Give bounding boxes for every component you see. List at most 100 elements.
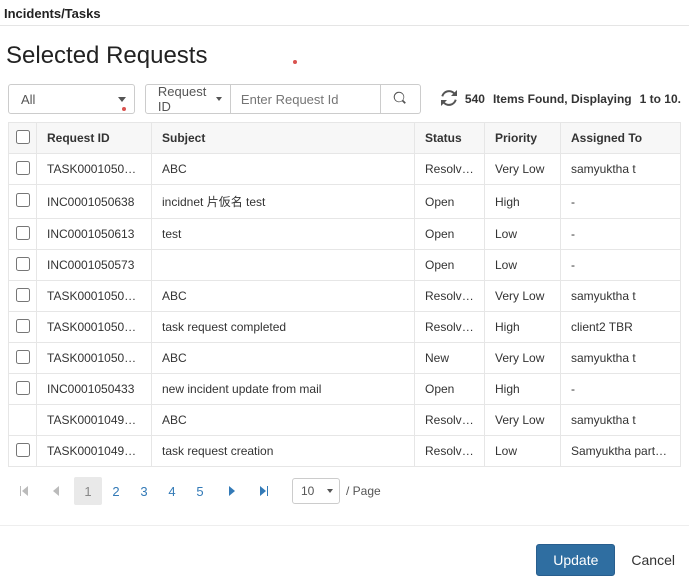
table-row[interactable]: TASK0001050488task request completedReso… bbox=[9, 312, 681, 343]
cell-assigned-to: - bbox=[561, 185, 681, 219]
cell-subject: ABC bbox=[152, 405, 415, 436]
table-row[interactable]: TASK0001050523ABCResolvedVery Lowsamyukt… bbox=[9, 281, 681, 312]
cell-priority: Very Low bbox=[485, 405, 561, 436]
cell-assigned-to: samyuktha t bbox=[561, 281, 681, 312]
cell-status: Resolved bbox=[415, 405, 485, 436]
cell-status: Resolved bbox=[415, 436, 485, 467]
cell-status: Open bbox=[415, 219, 485, 250]
table-row[interactable]: TASK0001050643ABCResolvedVery Lowsamyukt… bbox=[9, 154, 681, 185]
pagination: 12345 10 / Page bbox=[8, 467, 681, 515]
cell-request-id: TASK0001050523 bbox=[37, 281, 152, 312]
cell-subject: ABC bbox=[152, 343, 415, 374]
cell-subject: task request completed bbox=[152, 312, 415, 343]
cell-assigned-to: client2 TBR bbox=[561, 312, 681, 343]
table-row[interactable]: TASK0001050438ABCNewVery Lowsamyuktha t bbox=[9, 343, 681, 374]
cell-status: Resolved bbox=[415, 312, 485, 343]
cell-subject: task request creation bbox=[152, 436, 415, 467]
table-row[interactable]: TASK0001049293ABCResolvedVery Lowsamyukt… bbox=[9, 405, 681, 436]
cell-request-id: TASK0001049283 bbox=[37, 436, 152, 467]
filter-dropdown[interactable]: All bbox=[8, 84, 135, 114]
page-last-button[interactable] bbox=[250, 477, 278, 505]
row-checkbox[interactable] bbox=[16, 381, 30, 395]
page-next-button[interactable] bbox=[218, 477, 246, 505]
refresh-icon[interactable] bbox=[441, 90, 457, 109]
row-checkbox[interactable] bbox=[16, 226, 30, 240]
column-request-id[interactable]: Request ID bbox=[37, 123, 152, 154]
cell-request-id: INC0001050573 bbox=[37, 250, 152, 281]
column-status[interactable]: Status bbox=[415, 123, 485, 154]
cell-request-id: TASK0001049293 bbox=[37, 405, 152, 436]
table-row[interactable]: INC0001050613testOpenLow- bbox=[9, 219, 681, 250]
row-checkbox-cell bbox=[9, 281, 37, 312]
page-number-5[interactable]: 5 bbox=[186, 477, 214, 505]
cell-status: Open bbox=[415, 250, 485, 281]
cell-assigned-to: Samyuktha partner bbox=[561, 436, 681, 467]
caret-down-icon bbox=[216, 97, 222, 101]
results-range: 1 to 10. bbox=[640, 92, 681, 106]
cell-request-id: TASK0001050438 bbox=[37, 343, 152, 374]
cell-subject: ABC bbox=[152, 154, 415, 185]
chevron-down-icon bbox=[327, 489, 333, 493]
page-size-dropdown[interactable]: 10 bbox=[292, 478, 340, 504]
page-number-2[interactable]: 2 bbox=[102, 477, 130, 505]
table-row[interactable]: INC0001050573OpenLow- bbox=[9, 250, 681, 281]
breadcrumb: Incidents/Tasks bbox=[0, 0, 689, 25]
cell-status: New bbox=[415, 343, 485, 374]
marker-dot bbox=[122, 107, 126, 111]
page-size-value: 10 bbox=[301, 484, 314, 498]
cell-request-id: TASK0001050643 bbox=[37, 154, 152, 185]
table-row[interactable]: INC0001050433new incident update from ma… bbox=[9, 374, 681, 405]
results-info: 540 Items Found, Displaying 1 to 10. bbox=[441, 90, 681, 109]
row-checkbox[interactable] bbox=[16, 443, 30, 457]
table-row[interactable]: TASK0001049283task request creationResol… bbox=[9, 436, 681, 467]
cell-request-id: INC0001050638 bbox=[37, 185, 152, 219]
row-checkbox-cell bbox=[9, 154, 37, 185]
cell-status: Open bbox=[415, 374, 485, 405]
row-checkbox[interactable] bbox=[16, 319, 30, 333]
requests-table: Request ID Subject Status Priority Assig… bbox=[8, 122, 681, 467]
cell-priority: Low bbox=[485, 436, 561, 467]
cell-assigned-to: samyuktha t bbox=[561, 343, 681, 374]
table-row[interactable]: INC0001050638incidnet 片仮名 testOpenHigh- bbox=[9, 185, 681, 219]
row-checkbox[interactable] bbox=[16, 288, 30, 302]
page-number-1[interactable]: 1 bbox=[74, 477, 102, 505]
page-number-4[interactable]: 4 bbox=[158, 477, 186, 505]
filter-bar: All Request ID 540 Items Found, Displayi… bbox=[8, 84, 681, 114]
table-header-row: Request ID Subject Status Priority Assig… bbox=[9, 123, 681, 154]
column-subject[interactable]: Subject bbox=[152, 123, 415, 154]
cell-status: Open bbox=[415, 185, 485, 219]
filter-dropdown-label: All bbox=[21, 92, 35, 107]
search-icon bbox=[393, 91, 407, 108]
cell-request-id: INC0001050613 bbox=[37, 219, 152, 250]
chevron-down-icon bbox=[118, 97, 126, 102]
update-button[interactable]: Update bbox=[536, 544, 615, 576]
row-checkbox[interactable] bbox=[16, 350, 30, 364]
cell-subject: test bbox=[152, 219, 415, 250]
page-prev-button[interactable] bbox=[42, 477, 70, 505]
search-button[interactable] bbox=[381, 84, 421, 114]
cancel-button[interactable]: Cancel bbox=[631, 552, 675, 568]
cell-assigned-to: samyuktha t bbox=[561, 405, 681, 436]
page-title: Selected Requests bbox=[0, 40, 689, 84]
column-priority[interactable]: Priority bbox=[485, 123, 561, 154]
results-text: Items Found, Displaying bbox=[493, 92, 632, 106]
cell-assigned-to: - bbox=[561, 219, 681, 250]
cell-subject bbox=[152, 250, 415, 281]
cell-priority: Very Low bbox=[485, 343, 561, 374]
row-checkbox-cell bbox=[9, 405, 37, 436]
page-first-button[interactable] bbox=[10, 477, 38, 505]
row-checkbox-cell bbox=[9, 343, 37, 374]
cell-request-id: INC0001050433 bbox=[37, 374, 152, 405]
search-field-dropdown[interactable]: Request ID bbox=[145, 84, 231, 114]
row-checkbox[interactable] bbox=[16, 193, 30, 207]
select-all-cell bbox=[9, 123, 37, 154]
page-number-3[interactable]: 3 bbox=[130, 477, 158, 505]
footer-actions: Update Cancel bbox=[0, 540, 689, 588]
cell-priority: High bbox=[485, 374, 561, 405]
row-checkbox[interactable] bbox=[16, 161, 30, 175]
column-assigned-to[interactable]: Assigned To bbox=[561, 123, 681, 154]
search-input[interactable] bbox=[231, 84, 381, 114]
row-checkbox[interactable] bbox=[16, 257, 30, 271]
select-all-checkbox[interactable] bbox=[16, 130, 30, 144]
page-size-label: / Page bbox=[346, 484, 381, 498]
